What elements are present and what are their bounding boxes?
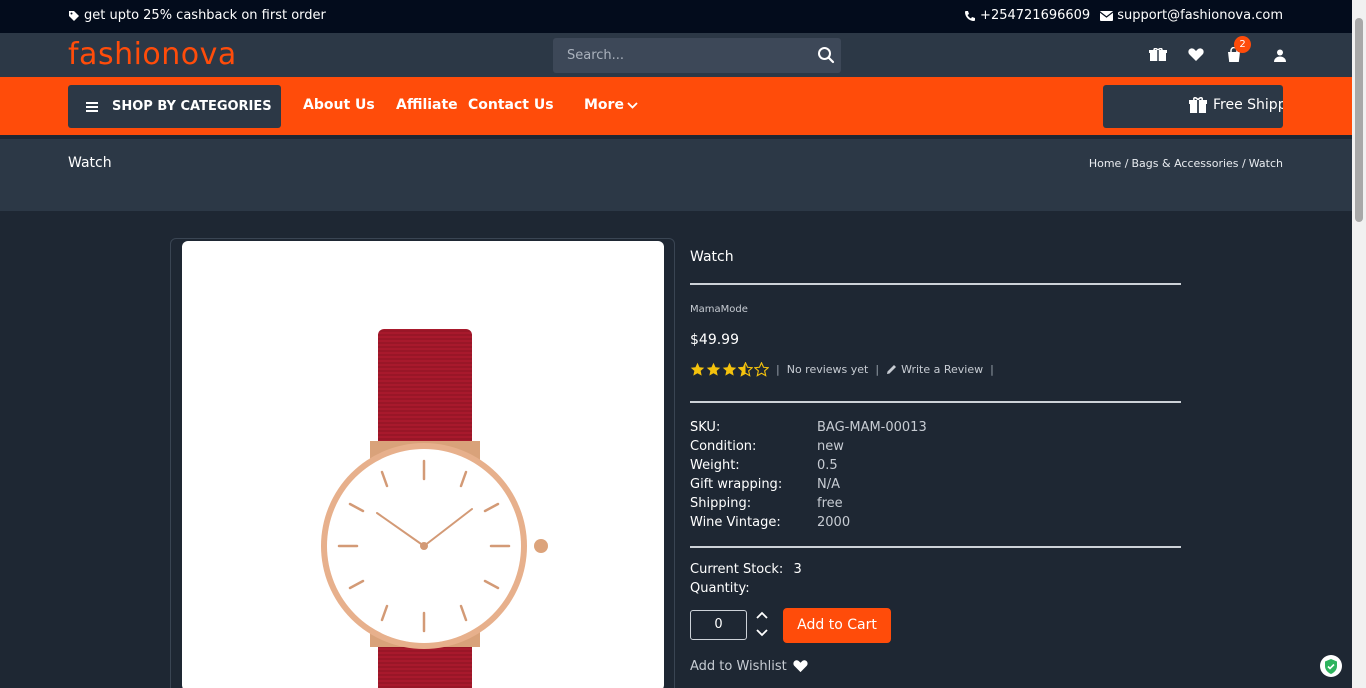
gift-box-icon[interactable] (1148, 45, 1168, 65)
spec-label: Gift wrapping: (690, 477, 783, 492)
site-logo[interactable]: fashionova (68, 37, 237, 72)
divider (690, 283, 1181, 285)
separator: | (875, 363, 880, 376)
product-specs: SKU: BAG-MAM-00013 Condition: new Weight: 0… (690, 418, 927, 532)
spec-label: Condition: (690, 439, 757, 454)
star-full-icon (706, 362, 721, 376)
search-input[interactable] (553, 48, 803, 63)
cart-count-badge: 2 (1234, 36, 1251, 53)
top-bar: get upto 25% cashback on first order +25… (0, 0, 1352, 33)
tag-icon (69, 10, 79, 21)
nav-bar: SHOP BY CATEGORIES About Us Affiliate Co… (0, 77, 1352, 135)
product-gallery (170, 238, 675, 688)
shop-by-categories-label: SHOP BY CATEGORIES (112, 99, 272, 114)
spec-row: Condition: new (690, 437, 927, 456)
spec-label: Wine Vintage: (690, 515, 781, 530)
contact-info: +254721696609 support@fashionova.com (964, 8, 1283, 23)
divider (690, 401, 1181, 403)
nav-more[interactable]: More (584, 97, 638, 113)
spec-row: Wine Vintage: 2000 (690, 513, 927, 532)
security-shield-icon[interactable] (1320, 655, 1342, 677)
shop-by-categories-button[interactable]: SHOP BY CATEGORIES (68, 85, 281, 128)
breadcrumb-bar: Watch Home / Bags & Accessories / Watch (0, 139, 1352, 211)
free-shipping-text: Free Shipping (1213, 97, 1283, 113)
current-stock: Current Stock: 3 (690, 562, 802, 577)
phone-icon (965, 10, 976, 21)
user-icon[interactable] (1270, 45, 1290, 65)
email-address: support@fashionova.com (1117, 8, 1283, 23)
star-half-icon (738, 362, 753, 377)
page-scrollbar[interactable] (1352, 0, 1366, 688)
breadcrumb-category[interactable]: Bags & Accessories / (1132, 157, 1246, 170)
gift-icon (1189, 97, 1207, 113)
spec-value: BAG-MAM-00013 (817, 420, 927, 435)
stock-label: Current Stock: (690, 562, 784, 577)
menu-icon (86, 100, 98, 114)
email-link[interactable]: support@fashionova.com (1100, 8, 1283, 23)
spec-row: Gift wrapping: N/A (690, 475, 927, 494)
nav-about-us[interactable]: About Us (303, 97, 375, 113)
header-icons: 2 (1148, 36, 1290, 65)
chevron-up-icon[interactable] (755, 610, 769, 620)
product-brand[interactable]: MamaMode (690, 304, 748, 315)
star-rating (690, 362, 769, 377)
add-to-cart-button[interactable]: Add to Cart (783, 608, 891, 643)
spec-row: Weight: 0.5 (690, 456, 927, 475)
spec-value: free (817, 496, 843, 511)
stock-value: 3 (793, 562, 802, 577)
heart-icon (793, 660, 808, 673)
spec-row: SKU: BAG-MAM-00013 (690, 418, 927, 437)
star-empty-icon (754, 362, 769, 377)
nav-affiliate[interactable]: Affiliate (396, 97, 458, 113)
write-review-label: Write a Review (901, 363, 984, 376)
nav-more-label: More (584, 97, 624, 113)
breadcrumb: Home / Bags & Accessories / Watch (1089, 157, 1283, 170)
chevron-down-icon[interactable] (755, 628, 769, 638)
quantity-label: Quantity: (690, 581, 750, 596)
star-full-icon (690, 362, 705, 376)
reviews-count: No reviews yet (786, 363, 869, 376)
separator: | (990, 363, 994, 376)
search-box (553, 38, 841, 73)
chevron-down-icon (627, 101, 638, 109)
star-full-icon (722, 362, 737, 376)
envelope-icon (1100, 10, 1114, 21)
quantity-input[interactable]: 0 (690, 610, 747, 640)
wishlist-label: Add to Wishlist (690, 659, 787, 674)
breadcrumb-home[interactable]: Home / (1089, 157, 1129, 170)
spec-label: Weight: (690, 458, 740, 473)
free-shipping-ticker: Free Shipping (1103, 85, 1283, 128)
spec-value: N/A (817, 477, 840, 492)
pencil-icon (887, 365, 897, 374)
spec-label: Shipping: (690, 496, 752, 511)
rating-row: | No reviews yet | Write a Review | (690, 362, 994, 377)
spec-value: 2000 (817, 515, 851, 530)
main-header: fashionova 2 (0, 33, 1352, 77)
breadcrumb-current: Watch (1248, 157, 1283, 170)
spec-row: Shipping: free (690, 494, 927, 513)
divider (690, 546, 1181, 548)
spec-value: 0.5 (817, 458, 838, 473)
phone-number: +254721696609 (980, 8, 1091, 23)
phone-link[interactable]: +254721696609 (964, 8, 1090, 23)
product-name: Watch (690, 249, 734, 265)
add-to-wishlist-link[interactable]: Add to Wishlist (690, 659, 808, 674)
product-image[interactable] (182, 241, 664, 688)
cart-icon[interactable]: 2 (1224, 36, 1251, 65)
page-title: Watch (68, 155, 112, 171)
separator: | (776, 363, 780, 376)
scrollbar-thumb[interactable] (1355, 18, 1363, 222)
watch-illustration (321, 329, 548, 688)
write-review-link[interactable]: Write a Review (886, 363, 983, 376)
search-icon[interactable] (817, 46, 835, 64)
product-price: $49.99 (690, 332, 739, 348)
nav-contact-us[interactable]: Contact Us (468, 97, 554, 113)
spec-label: SKU: (690, 420, 721, 435)
heart-icon[interactable] (1186, 45, 1206, 65)
promo-text: get upto 25% cashback on first order (84, 8, 326, 23)
quantity-stepper (754, 608, 770, 642)
promo-banner: get upto 25% cashback on first order (68, 8, 326, 23)
spec-value: new (817, 439, 844, 454)
